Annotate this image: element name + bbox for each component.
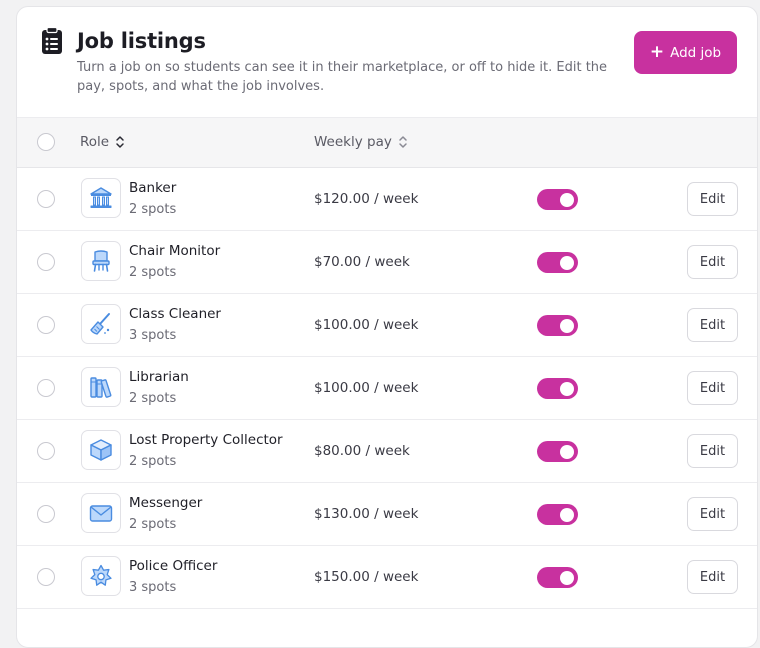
job-listings-header: Job listings Turn a job on so students c… <box>17 7 757 117</box>
bank-icon <box>90 187 112 208</box>
job-icon-frame <box>81 367 121 407</box>
job-icon-frame <box>81 304 121 344</box>
select-all-checkbox[interactable] <box>37 133 55 151</box>
add-job-label: Add job <box>670 44 722 61</box>
job-weekly-pay: $80.00 / week <box>314 443 410 459</box>
table-row: Messenger 2 spots $130.00 / week Edit <box>17 483 757 546</box>
edit-job-button[interactable]: Edit <box>687 308 738 342</box>
row-checkbox[interactable] <box>37 190 55 208</box>
plus-icon: + <box>649 42 665 62</box>
table-row: Class Cleaner 3 spots $100.00 / week Edi… <box>17 294 757 357</box>
edit-job-button[interactable]: Edit <box>687 182 738 216</box>
job-name: Librarian <box>129 369 189 385</box>
job-name: Class Cleaner <box>129 306 221 322</box>
job-icon-frame <box>81 178 121 218</box>
job-spots: 3 spots <box>129 580 177 595</box>
job-name: Banker <box>129 180 177 196</box>
chair-icon <box>92 250 110 272</box>
job-active-toggle[interactable] <box>537 378 578 399</box>
page-subtitle: Turn a job on so students can see it in … <box>77 60 608 94</box>
row-checkbox[interactable] <box>37 253 55 271</box>
table-row: Chair Monitor 2 spots $70.00 / week Edit <box>17 231 757 294</box>
edit-job-button[interactable]: Edit <box>687 245 738 279</box>
job-weekly-pay: $100.00 / week <box>314 380 419 396</box>
job-spots: 2 spots <box>129 202 177 217</box>
job-active-toggle[interactable] <box>537 252 578 273</box>
column-header-weekly-pay[interactable]: Weekly pay <box>314 133 408 151</box>
edit-job-button[interactable]: Edit <box>687 371 738 405</box>
job-name: Chair Monitor <box>129 243 221 259</box>
job-active-toggle[interactable] <box>537 441 578 462</box>
column-header-weekly-pay-label: Weekly pay <box>314 134 392 150</box>
table-header: Role Weekly pay <box>17 117 757 168</box>
table-row: Librarian 2 spots $100.00 / week Edit <box>17 357 757 420</box>
row-checkbox[interactable] <box>37 379 55 397</box>
edit-job-button[interactable]: Edit <box>687 434 738 468</box>
box-icon <box>90 439 112 461</box>
job-name: Police Officer <box>129 558 218 574</box>
job-name: Lost Property Collector <box>129 432 283 448</box>
job-table-body: Banker 2 spots $120.00 / week Edit Chair… <box>17 168 757 647</box>
job-icon-frame <box>81 430 121 470</box>
column-header-role-label: Role <box>80 134 110 150</box>
row-checkbox[interactable] <box>37 442 55 460</box>
column-header-role[interactable]: Role <box>80 133 125 151</box>
row-checkbox[interactable] <box>37 316 55 334</box>
broom-icon <box>90 313 110 335</box>
sort-icon <box>116 136 124 148</box>
job-name: Messenger <box>129 495 203 511</box>
books-icon <box>90 377 112 398</box>
job-weekly-pay: $120.00 / week <box>314 191 419 207</box>
job-spots: 2 spots <box>129 517 177 532</box>
job-spots: 2 spots <box>129 454 177 469</box>
table-row: Lost Property Collector 2 spots $80.00 /… <box>17 420 757 483</box>
add-job-button[interactable]: + Add job <box>634 31 737 74</box>
job-weekly-pay: $130.00 / week <box>314 506 419 522</box>
job-weekly-pay: $100.00 / week <box>314 317 419 333</box>
police-badge-icon <box>90 564 112 586</box>
job-icon-frame <box>81 241 121 281</box>
table-row: Banker 2 spots $120.00 / week Edit <box>17 168 757 231</box>
job-icon-frame <box>81 556 121 596</box>
table-row: Police Officer 3 spots $150.00 / week Ed… <box>17 546 757 609</box>
job-icon-frame <box>81 493 121 533</box>
envelope-icon <box>89 505 113 522</box>
job-spots: 2 spots <box>129 265 177 280</box>
clipboard-list-icon <box>42 27 62 54</box>
job-spots: 3 spots <box>129 328 177 343</box>
row-checkbox[interactable] <box>37 505 55 523</box>
job-listings-card: Job listings Turn a job on so students c… <box>16 6 758 648</box>
edit-job-button[interactable]: Edit <box>687 560 738 594</box>
job-weekly-pay: $70.00 / week <box>314 254 410 270</box>
edit-job-button[interactable]: Edit <box>687 497 738 531</box>
row-checkbox[interactable] <box>37 568 55 586</box>
job-active-toggle[interactable] <box>537 315 578 336</box>
sort-icon <box>399 136 407 148</box>
job-spots: 2 spots <box>129 391 177 406</box>
table-row <box>17 609 757 647</box>
job-weekly-pay: $150.00 / week <box>314 569 419 585</box>
job-active-toggle[interactable] <box>537 189 578 210</box>
job-active-toggle[interactable] <box>537 504 578 525</box>
job-active-toggle[interactable] <box>537 567 578 588</box>
page-title: Job listings <box>77 29 206 53</box>
